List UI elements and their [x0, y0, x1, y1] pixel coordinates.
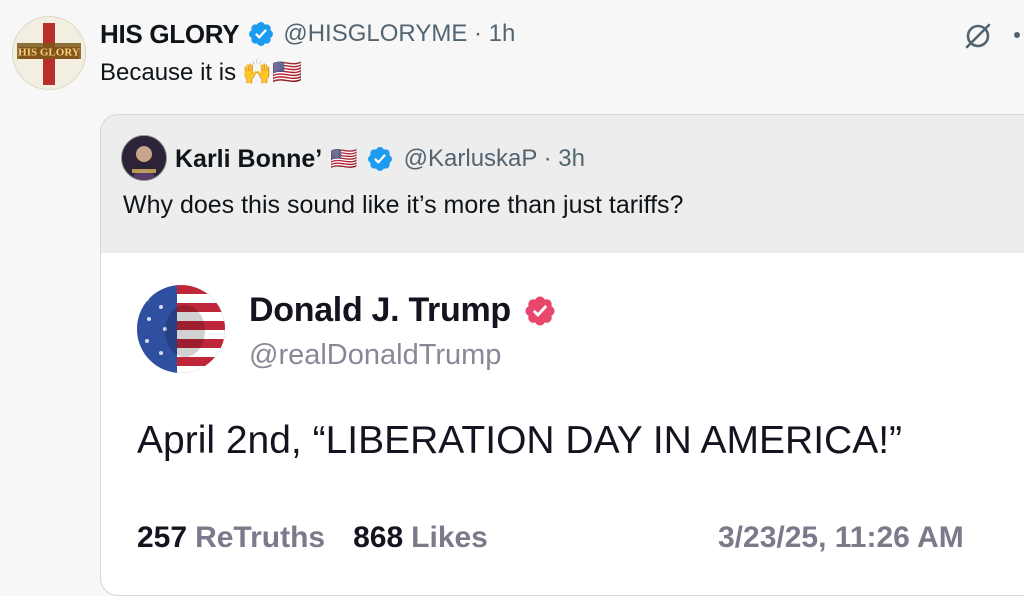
svg-text:HIS GLORY: HIS GLORY	[18, 47, 80, 59]
embed-avatar	[137, 285, 225, 373]
tweet-body: Because it is	[100, 58, 237, 86]
author-avatar[interactable]: HIS GLORY	[12, 16, 86, 90]
likes-label: Likes	[411, 521, 488, 554]
quote-text: Why does this sound like it’s more than …	[123, 191, 684, 219]
verified-badge-icon	[249, 22, 274, 46]
quote-header: Karli Bonne’ 🇺🇸 @KarluskaP · 3h	[175, 139, 585, 179]
quote-flag: 🇺🇸	[330, 146, 358, 171]
embed-name: Donald J. Trump	[249, 291, 511, 329]
retruths-count: 257	[137, 521, 188, 554]
more-options-icon[interactable]	[1014, 32, 1020, 38]
embed-timestamp: 3/23/25, 11:26 AM	[718, 521, 964, 554]
avatar-image	[122, 136, 166, 180]
tweet-text: Because it is 🙌🇺🇸	[100, 58, 302, 87]
tweet-header: HIS GLORY @HISGLORYME · 1h	[100, 14, 515, 54]
author-name[interactable]: HIS GLORY	[100, 19, 240, 50]
grok-icon[interactable]	[960, 18, 996, 54]
quote-handle-time[interactable]: @KarluskaP · 3h	[404, 145, 585, 173]
retruths-label: ReTruths	[195, 521, 326, 554]
tweet-emojis: 🙌🇺🇸	[242, 59, 302, 86]
quoted-media-image[interactable]: Donald J. Trump @realDonaldTrump April 2…	[101, 253, 1024, 595]
quote-author-name[interactable]: Karli Bonne’	[175, 145, 322, 174]
embed-post-text: April 2nd, “LIBERATION DAY IN AMERICA!”	[137, 419, 903, 462]
flag-portrait-image	[137, 285, 225, 373]
verified-badge-icon	[367, 147, 392, 171]
quoted-tweet[interactable]: Karli Bonne’ 🇺🇸 @KarluskaP · 3h Why does…	[100, 114, 1024, 596]
author-handle-time[interactable]: @HISGLORYME · 1h	[283, 20, 515, 48]
likes-count: 868	[353, 521, 404, 554]
embed-stats: 257 ReTruths 868 Likes	[137, 521, 488, 555]
quote-author-avatar[interactable]	[121, 135, 167, 181]
embed-handle: @realDonaldTrump	[249, 339, 502, 371]
his-glory-logo: HIS GLORY	[13, 17, 85, 89]
verified-badge-icon	[525, 295, 555, 326]
embed-name-row: Donald J. Trump	[249, 291, 557, 330]
